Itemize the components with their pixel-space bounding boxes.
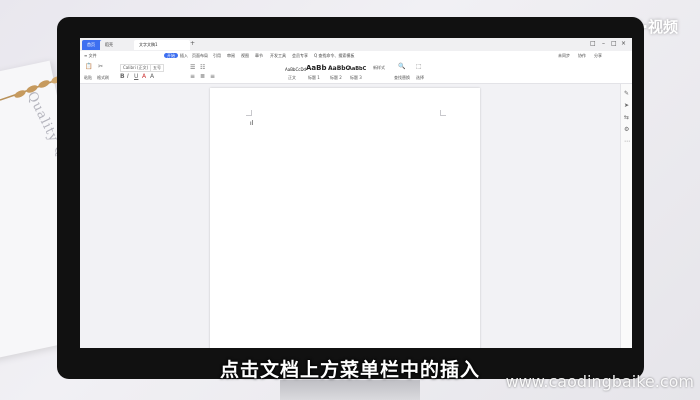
bold-icon[interactable]: B: [120, 73, 125, 80]
style-normal-caption: 正文: [288, 75, 296, 80]
align-center-icon[interactable]: ≣: [200, 73, 205, 80]
top-left-margin-mark: [246, 110, 252, 116]
highlight-icon[interactable]: A: [150, 73, 154, 80]
menu-item-view[interactable]: 视图: [241, 52, 249, 60]
paste-icon[interactable]: 📋: [85, 63, 92, 70]
style-h3-sample[interactable]: AaBbC: [348, 66, 366, 72]
find-replace-label[interactable]: 查找替换: [394, 75, 410, 81]
menu-item-developer[interactable]: 开发工具: [270, 52, 286, 60]
italic-icon[interactable]: I: [127, 73, 129, 80]
menu-item-chapter[interactable]: 章节: [255, 52, 263, 60]
new-tab-button[interactable]: +: [190, 40, 195, 47]
maximize-icon[interactable]: □: [611, 40, 617, 47]
style-h1-sample[interactable]: AaBb: [306, 64, 327, 72]
site-url: www.caodingbaike.com: [505, 372, 694, 391]
font-size-select[interactable]: 五号: [150, 64, 164, 72]
share-button[interactable]: 分享: [594, 52, 602, 60]
close-icon[interactable]: ×: [621, 40, 626, 47]
collaborate-button[interactable]: 协作: [578, 52, 586, 60]
new-style-button[interactable]: 新样式: [373, 65, 385, 71]
find-icon[interactable]: 🔍: [398, 63, 405, 70]
top-right-margin-mark: [440, 110, 446, 116]
settings-icon[interactable]: ⚙: [624, 126, 629, 133]
paste-label[interactable]: 粘贴: [84, 75, 92, 81]
style-h2-sample[interactable]: AaBbC: [328, 65, 350, 72]
menu-item-page-layout[interactable]: 页面布局: [192, 52, 208, 60]
menu-item-home-label: 开始: [164, 53, 178, 58]
font-name-select[interactable]: Calibri (正文): [120, 64, 152, 72]
menu-item-references[interactable]: 引用: [213, 52, 221, 60]
restore-icon[interactable]: □: [590, 40, 596, 47]
document-workspace: ıl: [80, 84, 620, 348]
style-h3-caption: 标题 3: [350, 75, 362, 80]
minimize-icon[interactable]: –: [602, 40, 605, 47]
underline-icon[interactable]: U: [134, 73, 138, 80]
format-painter-label[interactable]: 格式刷: [97, 75, 109, 81]
format-icon[interactable]: ⇆: [624, 114, 629, 121]
menu-file[interactable]: ≡ 文件: [84, 52, 97, 60]
command-search[interactable]: Q 查找命令、搜索模板: [314, 52, 354, 60]
more-icon[interactable]: ⋯: [624, 138, 630, 145]
tab-docer[interactable]: 稻壳: [100, 40, 138, 50]
align-left-icon[interactable]: ≡: [190, 73, 195, 80]
screen: 首页 稻壳 文字文稿1 + □ – □ × ≡ 文件 开始 插入 页面布局 引用…: [80, 38, 632, 348]
right-sidebar: ✎ ➤ ⇆ ⚙ ⋯: [620, 84, 632, 348]
menu-item-insert[interactable]: 插入: [180, 52, 188, 60]
numbered-list-icon[interactable]: ☷: [200, 64, 205, 71]
bullet-list-icon[interactable]: ☰: [190, 64, 195, 71]
font-color-icon[interactable]: A: [142, 73, 146, 80]
select-icon[interactable]: ⬚: [416, 63, 422, 70]
menu-bar: ≡ 文件 开始 插入 页面布局 引用 审阅 视图 章节 开发工具 会员专享 Q …: [80, 51, 632, 61]
title-bar: 首页 稻壳 文字文稿1 + □ – □ ×: [80, 38, 632, 51]
style-normal-sample[interactable]: AaBbCcDd: [285, 67, 306, 72]
menu-item-review[interactable]: 审阅: [227, 52, 235, 60]
pen-icon[interactable]: ✎: [624, 90, 629, 97]
style-h2-caption: 标题 2: [330, 75, 342, 80]
document-page[interactable]: ıl: [210, 88, 480, 348]
cut-icon[interactable]: ✂: [98, 63, 103, 70]
align-right-icon[interactable]: ≡: [210, 73, 215, 80]
cursor-icon[interactable]: ➤: [624, 102, 629, 109]
text-cursor: ıl: [250, 120, 254, 127]
monitor-stand: [280, 380, 420, 400]
select-label[interactable]: 选择: [416, 75, 424, 81]
tab-document[interactable]: 文字文稿1: [134, 40, 190, 50]
menu-item-home[interactable]: 开始: [164, 52, 178, 60]
style-h1-caption: 标题 1: [308, 75, 320, 80]
sync-status[interactable]: 未同步: [558, 52, 570, 60]
ribbon-toolbar: 📋 粘贴 ✂ 格式刷 Calibri (正文) 五号 B I U A A ☰ ☷…: [80, 61, 632, 84]
menu-item-member[interactable]: 会员专享: [292, 52, 308, 60]
